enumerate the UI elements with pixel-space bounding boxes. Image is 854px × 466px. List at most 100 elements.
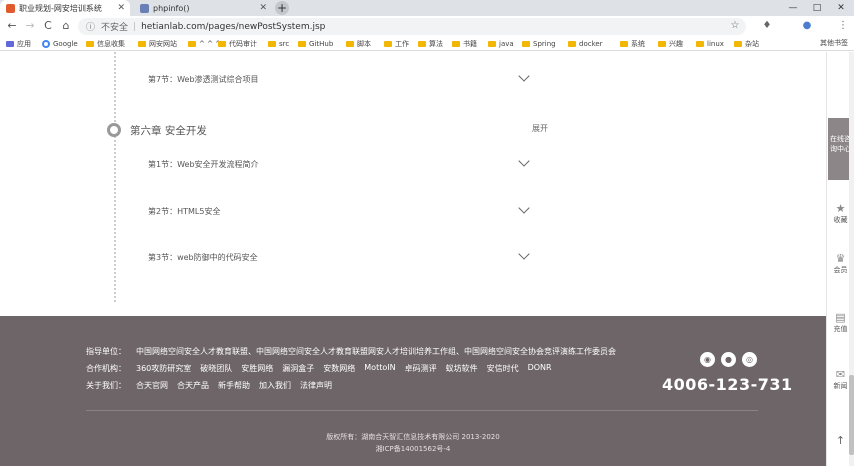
close-tab-icon[interactable]: ✕	[117, 3, 125, 13]
bookmark-label: 算法	[429, 40, 443, 48]
bookmark-folder[interactable]: GitHub	[298, 38, 333, 50]
site-footer: 指导单位： 中国网络空间安全人才教育联盟、中国网络空间安全人才教育联盟网安人才培…	[0, 316, 826, 466]
bookmarks-bar: 应用 Google 信息收集 网安网站 ^ ^ ^ 代码审计 src GitHu…	[0, 37, 854, 51]
bookmark-label: docker	[579, 40, 603, 48]
bookmark-folder[interactable]: 信息收集	[86, 38, 125, 50]
minimize-button[interactable]: —	[782, 0, 804, 16]
bookmark-folder[interactable]: linux	[696, 38, 724, 50]
bookmark-label: linux	[707, 40, 724, 48]
bookmark-label: 书籍	[463, 40, 477, 48]
about-label: 关于我们：	[86, 381, 126, 390]
forward-button[interactable]: →	[23, 19, 37, 33]
bookmark-label: 网安网站	[149, 40, 177, 48]
menu-icon[interactable]: ⋮	[836, 19, 850, 33]
partner-link[interactable]: 卓码测评	[405, 363, 437, 374]
back-button[interactable]: ←	[5, 19, 19, 33]
expand-toggle[interactable]: 展开	[532, 123, 548, 134]
bookmark-label: Spring	[533, 40, 556, 48]
partner-link[interactable]: 蚁坊软件	[446, 363, 478, 374]
security-label: 不安全	[101, 23, 129, 33]
apps-icon	[6, 41, 14, 47]
close-tab-icon[interactable]: ✕	[259, 3, 267, 13]
folder-icon	[218, 41, 226, 47]
info-icon[interactable]: ⓘ	[86, 20, 95, 33]
bookmark-google[interactable]: Google	[42, 38, 78, 50]
profile-icon[interactable]: ●	[800, 19, 814, 33]
wechat-icon[interactable]: ●	[721, 352, 736, 367]
lesson-title[interactable]: 第3节：web防御中的代码安全	[148, 252, 258, 263]
partner-link[interactable]: 安信时代	[487, 363, 519, 374]
url-text[interactable]: hetianlab.com/pages/newPostSystem.jsp	[141, 22, 325, 32]
lesson-title[interactable]: 第2节：HTML5安全	[148, 206, 220, 217]
home-button[interactable]: ⌂	[59, 19, 73, 33]
bookmark-folder[interactable]: 网安网站	[138, 38, 177, 50]
partners-label: 合作机构：	[86, 364, 126, 373]
tab-phpinfo[interactable]: phpinfo() ✕	[134, 0, 272, 16]
partner-link[interactable]: 360攻防研究室	[136, 363, 191, 374]
footer-divider	[86, 410, 758, 411]
guide-label: 指导单位：	[86, 347, 126, 356]
bookmark-apps[interactable]: 应用	[6, 38, 31, 50]
chevron-down-icon[interactable]	[518, 155, 530, 167]
chevron-down-icon[interactable]	[518, 70, 530, 82]
partner-link[interactable]: 安胜网络	[241, 363, 273, 374]
lesson-title[interactable]: 第1节：Web安全开发流程简介	[148, 159, 259, 170]
timeline-line	[114, 52, 116, 302]
folder-icon	[452, 41, 460, 47]
google-icon	[42, 40, 50, 48]
about-link[interactable]: 法律声明	[300, 380, 332, 391]
folder-icon	[298, 41, 306, 47]
bookmark-label: 脚本	[357, 40, 371, 48]
browser-tab-strip: 职业规划-网安培训系统 ✕ phpinfo() ✕ + — □ ✕	[0, 0, 854, 16]
bookmark-folder[interactable]: 书籍	[452, 38, 477, 50]
bookmark-folder[interactable]: 杂站	[734, 38, 759, 50]
tab-career-plan[interactable]: 职业规划-网安培训系统 ✕	[0, 0, 130, 16]
weibo-icon[interactable]: ◎	[742, 352, 757, 367]
partner-link[interactable]: DONR	[528, 363, 552, 374]
bookmark-label: java	[499, 40, 514, 48]
folder-icon	[188, 41, 196, 47]
page-scrollbar[interactable]	[849, 52, 854, 466]
copyright-text: 版权所有：湖南合天智汇信息技术有限公司 2013-2020	[326, 433, 500, 441]
bookmark-folder[interactable]: 系统	[620, 38, 645, 50]
bookmark-folder[interactable]: java	[488, 38, 514, 50]
address-bar[interactable]: ⓘ 不安全 | hetianlab.com/pages/newPostSyste…	[78, 18, 746, 35]
folder-icon	[418, 41, 426, 47]
bookmark-folder[interactable]: Spring	[522, 38, 556, 50]
sidebar-label: 会员	[833, 266, 848, 274]
about-link[interactable]: 新手帮助	[218, 380, 250, 391]
partner-link[interactable]: 破晓团队	[200, 363, 232, 374]
bookmark-star-icon[interactable]: ☆	[728, 19, 742, 33]
bookmark-folder[interactable]: ^ ^ ^	[188, 38, 221, 50]
bookmark-folder[interactable]: src	[268, 38, 289, 50]
scrollbar-thumb[interactable]	[849, 375, 854, 455]
qq-icon[interactable]: ◉	[700, 352, 715, 367]
about-link[interactable]: 合天产品	[177, 380, 209, 391]
bookmark-label: src	[279, 40, 290, 48]
bookmark-folder[interactable]: 代码审计	[218, 38, 257, 50]
about-link[interactable]: 加入我们	[259, 380, 291, 391]
chevron-down-icon[interactable]	[518, 202, 530, 214]
close-window-button[interactable]: ✕	[830, 0, 852, 16]
icp-text[interactable]: 湘ICP备14001562号-4	[0, 444, 826, 454]
extension-icon[interactable]: ♦	[760, 19, 774, 33]
bookmark-folder[interactable]: 工作	[384, 38, 409, 50]
bookmark-label: 信息收集	[97, 40, 125, 48]
partner-link[interactable]: 安数网络	[323, 363, 355, 374]
new-tab-button[interactable]: +	[275, 1, 289, 15]
bookmark-folder[interactable]: 算法	[418, 38, 443, 50]
bookmark-folder[interactable]: 兴趣	[658, 38, 683, 50]
lesson-title[interactable]: 第7节：Web渗透测试综合项目	[148, 74, 259, 85]
maximize-button[interactable]: □	[806, 0, 828, 16]
about-link[interactable]: 合天官网	[136, 380, 168, 391]
bookmark-folder[interactable]: docker	[568, 38, 603, 50]
partner-link[interactable]: 漏洞盒子	[282, 363, 314, 374]
bookmark-folder[interactable]: 脚本	[346, 38, 371, 50]
partner-link[interactable]: MottoIN	[364, 363, 395, 374]
chevron-down-icon[interactable]	[518, 248, 530, 260]
reload-button[interactable]: C	[41, 19, 55, 33]
other-bookmarks[interactable]: 其他书签	[820, 38, 848, 48]
bookmark-label: Google	[53, 40, 78, 48]
folder-icon	[734, 41, 742, 47]
tab-title: phpinfo()	[153, 3, 190, 13]
